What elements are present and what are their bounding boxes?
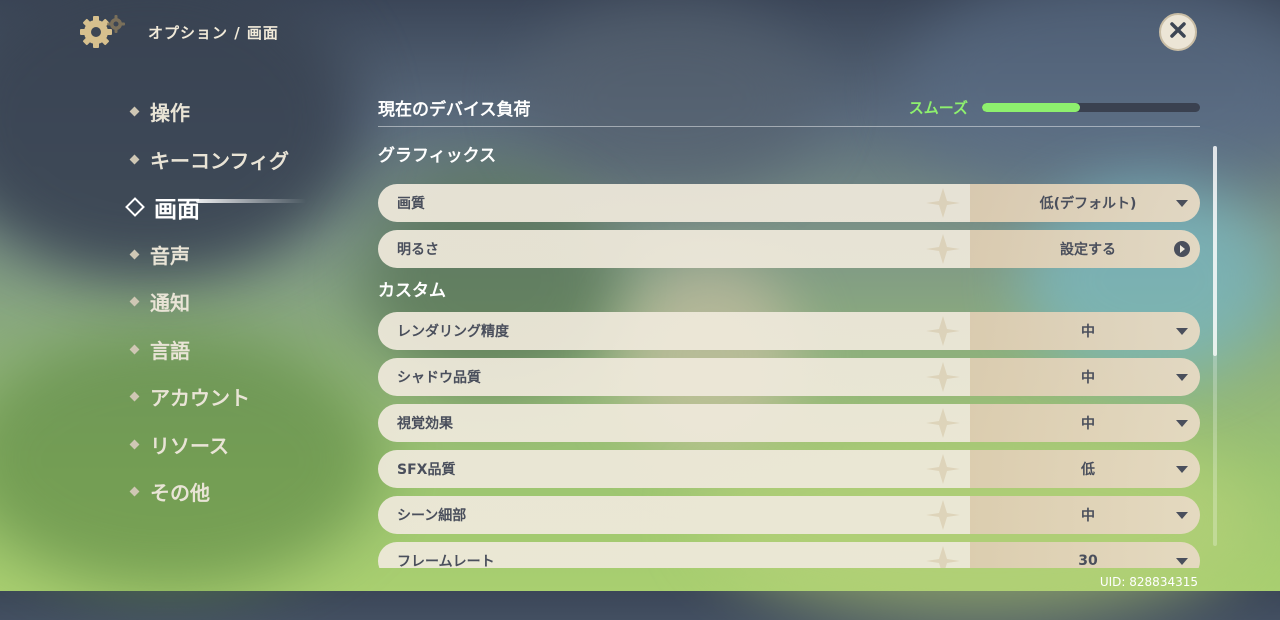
setting-value: 中 [1081, 508, 1095, 524]
sidebar-item-label: アカウント [150, 386, 250, 411]
sidebar-item-key-config[interactable]: キーコンフィグ [128, 136, 289, 184]
bullet-icon [129, 486, 140, 497]
bullet-icon [129, 439, 140, 450]
close-button[interactable] [1159, 13, 1197, 51]
setting-row-brightness[interactable]: 明るさ 設定する [378, 230, 1200, 268]
sidebar-item-label: 通知 [150, 291, 190, 316]
setting-value: 低(デフォルト) [1039, 196, 1137, 212]
sidebar-item-graphics[interactable]: 画面 [125, 183, 289, 231]
setting-value: 設定する [1060, 242, 1116, 258]
device-load-title: 現在のデバイス負荷 [378, 99, 531, 120]
setting-row-render-resolution[interactable]: レンダリング精度 中 [378, 312, 1200, 350]
sparkle-icon [926, 234, 960, 264]
chevron-down-icon [1176, 466, 1188, 473]
setting-label: 明るさ [397, 242, 439, 258]
device-load: 現在のデバイス負荷 スムーズ [378, 90, 1200, 124]
sparkle-icon [926, 362, 960, 392]
setting-value: 中 [1081, 324, 1095, 340]
setting-row-visual-effects[interactable]: 視覚効果 中 [378, 404, 1200, 442]
sidebar-item-account[interactable]: アカウント [128, 373, 289, 421]
setting-label: 視覚効果 [397, 416, 453, 432]
settings-panel: 現在のデバイス負荷 スムーズ グラフィックス [378, 90, 1200, 171]
section-title-custom: カスタム [378, 281, 446, 301]
arrow-right-circle-icon [1174, 241, 1190, 257]
breadcrumb: オプション / 画面 [148, 23, 279, 42]
device-load-status: スムーズ [908, 98, 968, 117]
setting-label: レンダリング精度 [397, 324, 509, 340]
chevron-down-icon [1176, 512, 1188, 519]
sidebar-nav: 操作 キーコンフィグ 画面 音声 通知 言語 アカウント リソース その他 [125, 88, 289, 516]
bullet-icon [129, 154, 140, 165]
sidebar-item-label: 画面 [154, 196, 200, 223]
setting-label: シャドウ品質 [397, 370, 481, 386]
chevron-down-icon [1176, 328, 1188, 335]
setting-value: 中 [1081, 370, 1095, 386]
setting-row-scene-detail[interactable]: シーン細部 中 [378, 496, 1200, 534]
sidebar-item-label: リソース [150, 433, 229, 458]
header: オプション / 画面 [78, 12, 279, 52]
chevron-down-icon [1176, 374, 1188, 381]
bullet-icon [129, 249, 140, 260]
setting-row-shadow-quality[interactable]: シャドウ品質 中 [378, 358, 1200, 396]
sidebar-item-label: 言語 [150, 338, 190, 363]
setting-label: 画質 [397, 196, 425, 212]
active-indicator [196, 199, 306, 203]
setting-label: シーン細部 [397, 508, 467, 524]
sidebar-item-audio[interactable]: 音声 [128, 231, 289, 279]
sidebar-item-label: その他 [150, 481, 210, 506]
gear-icon [78, 12, 126, 52]
divider [378, 126, 1200, 127]
scrollbar[interactable] [1213, 146, 1217, 546]
close-icon [1168, 20, 1188, 44]
setting-row-quality[interactable]: 画質 低(デフォルト) [378, 184, 1200, 222]
sidebar-item-language[interactable]: 言語 [128, 326, 289, 374]
uid-label: UID: 828834315 [1099, 575, 1198, 589]
setting-value: 中 [1081, 416, 1095, 432]
sparkle-icon [926, 454, 960, 484]
scrollbar-thumb[interactable] [1213, 146, 1217, 356]
setting-value: 30 [1078, 553, 1098, 568]
section-title-graphics: グラフィックス [378, 146, 497, 166]
sidebar-item-label: 音声 [150, 243, 190, 268]
sparkle-icon [926, 316, 960, 346]
sidebar-item-other[interactable]: その他 [128, 468, 289, 516]
sidebar-item-resources[interactable]: リソース [128, 421, 289, 469]
sidebar-item-notifications[interactable]: 通知 [128, 278, 289, 326]
setting-value: 低 [1081, 462, 1095, 478]
setting-row-sfx-quality[interactable]: SFX品質 低 [378, 450, 1200, 488]
sparkle-icon [926, 500, 960, 530]
setting-label: フレームレート [397, 554, 495, 568]
setting-label: SFX品質 [397, 462, 456, 478]
device-load-fill [982, 102, 1081, 112]
sidebar-item-label: キーコンフィグ [150, 148, 289, 173]
sidebar-item-label: 操作 [150, 101, 190, 126]
chevron-down-icon [1176, 558, 1188, 565]
sparkle-icon [926, 408, 960, 438]
bullet-icon [129, 296, 140, 307]
active-diamond-icon [125, 196, 145, 217]
chevron-down-icon [1176, 420, 1188, 427]
setting-row-frame-rate[interactable]: フレームレート 30 [378, 542, 1200, 568]
sparkle-icon [926, 188, 960, 218]
bullet-icon [129, 344, 140, 355]
sparkle-icon [926, 546, 960, 568]
bullet-icon [129, 391, 140, 402]
device-load-bar [982, 102, 1200, 112]
sidebar-item-controls[interactable]: 操作 [128, 88, 289, 136]
bullet-icon [129, 106, 140, 117]
chevron-down-icon [1176, 200, 1188, 207]
settings-list[interactable]: 画質 低(デフォルト) 明るさ 設定する カスタム レンダリング精度 中 シャド… [378, 184, 1200, 568]
